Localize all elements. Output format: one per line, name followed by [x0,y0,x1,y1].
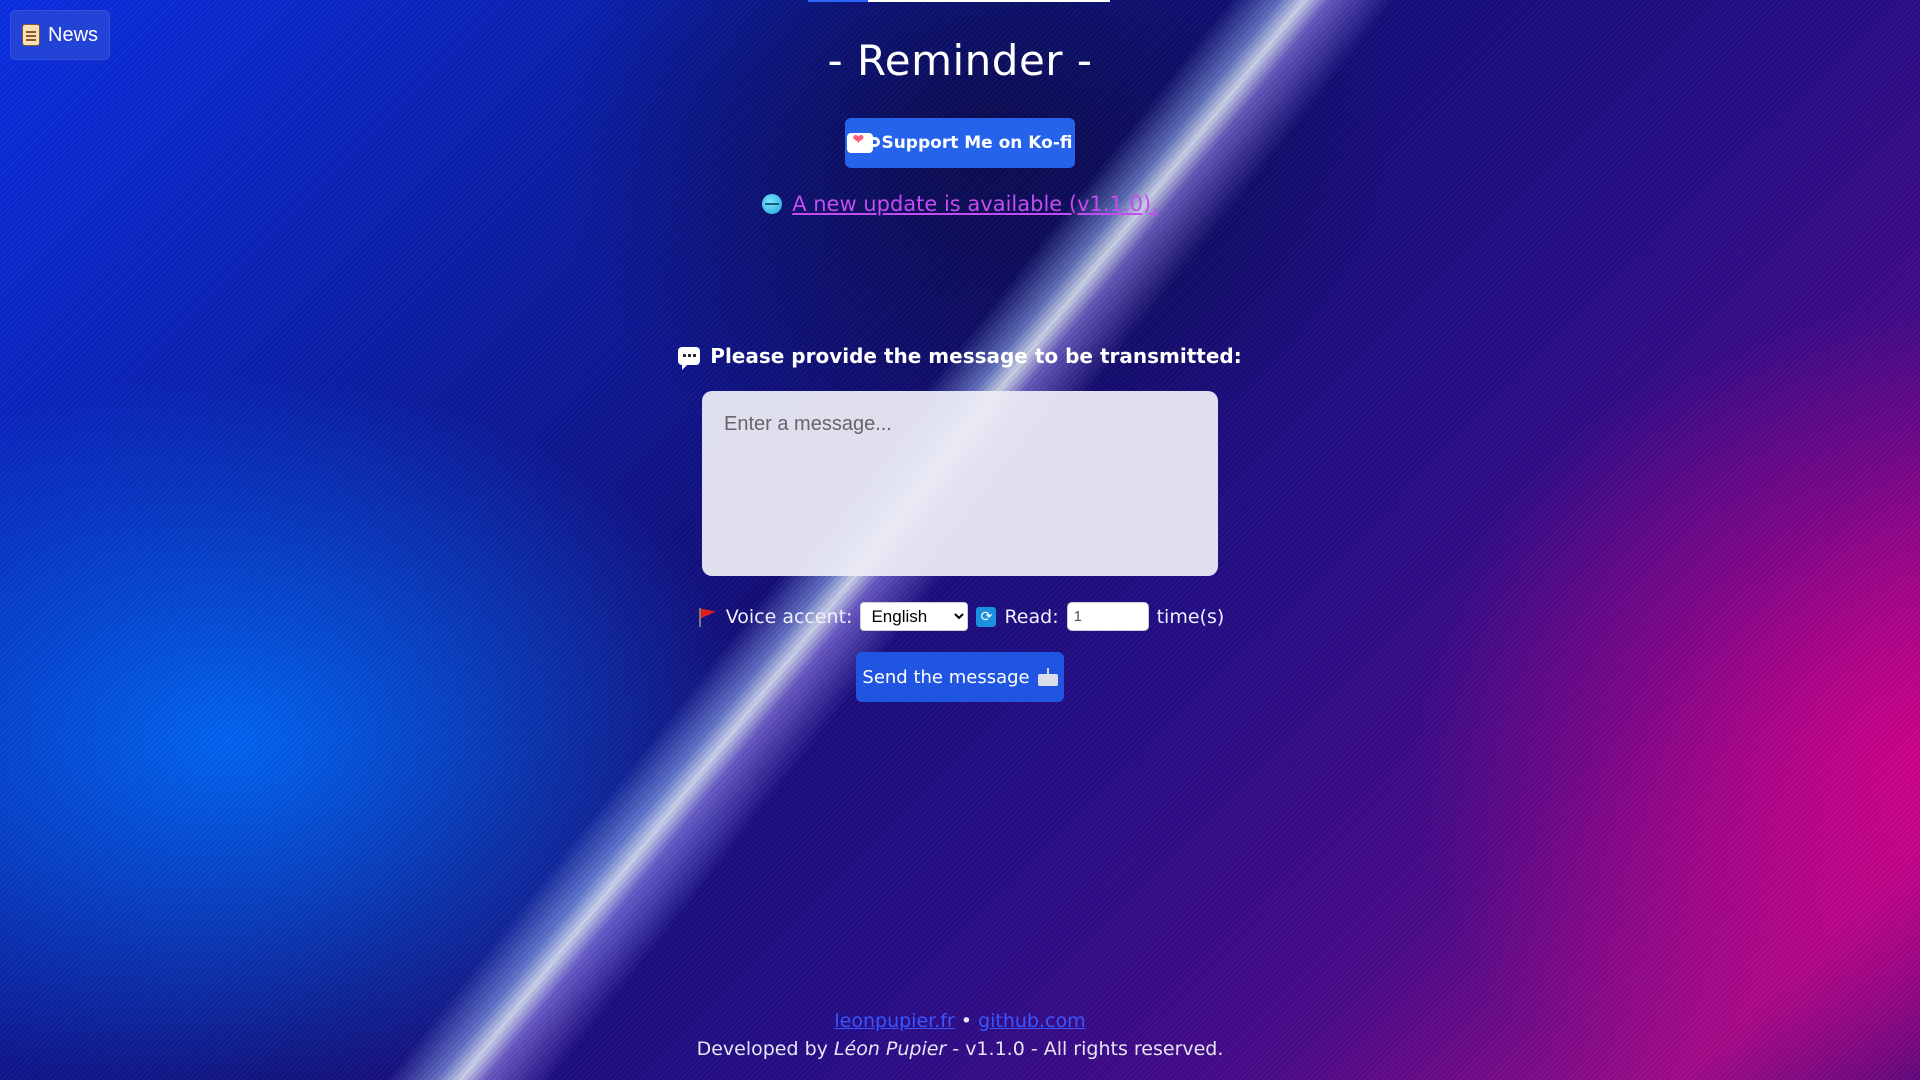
voice-accent-label: Voice accent: [725,605,853,628]
globe-icon [762,194,783,214]
scroll-progress-bar [808,0,1110,2]
author-name: Léon Pupier [833,1038,947,1060]
footer-links: leonpupier.fr • github.com [0,1007,1920,1035]
flag-icon [696,606,718,628]
kofi-support-button[interactable]: Support Me on Ko-fi [845,118,1075,168]
developed-by-text: Developed by [696,1038,828,1060]
send-label: Send the message [862,666,1030,688]
footer: leonpupier.fr • github.com Developed by … [0,1007,1920,1063]
message-prompt: Please provide the message to be transmi… [0,344,1920,370]
kofi-label: Support Me on Ko-fi [881,133,1073,153]
footer-credits: Developed by Léon Pupier - v1.1.0 - All … [0,1035,1920,1063]
leonpupier-link[interactable]: leonpupier.fr [834,1010,954,1032]
footer-separator: • [960,1010,973,1032]
voice-accent-select[interactable]: English [860,602,969,631]
voice-controls: Voice accent: English ⟳ Read: time(s) [0,602,1920,631]
page-title: - Reminder - [827,36,1093,85]
read-count-input[interactable] [1066,602,1149,631]
times-label: time(s) [1156,605,1225,628]
send-message-button[interactable]: Send the message [856,652,1064,702]
kofi-cup-icon [847,132,881,153]
github-link[interactable]: github.com [978,1010,1086,1032]
read-label: Read: [1004,605,1059,628]
speech-bubble-icon [678,347,701,370]
message-input[interactable] [702,391,1218,576]
prompt-text: Please provide the message to be transmi… [710,344,1242,368]
repeat-icon: ⟳ [976,606,997,627]
update-link[interactable]: A new update is available (v1.1.0). [792,192,1158,216]
footer-rights: - v1.1.0 - All rights reserved. [952,1038,1224,1060]
mailbox-icon [1037,668,1058,686]
update-notice: A new update is available (v1.1.0). [0,192,1920,216]
